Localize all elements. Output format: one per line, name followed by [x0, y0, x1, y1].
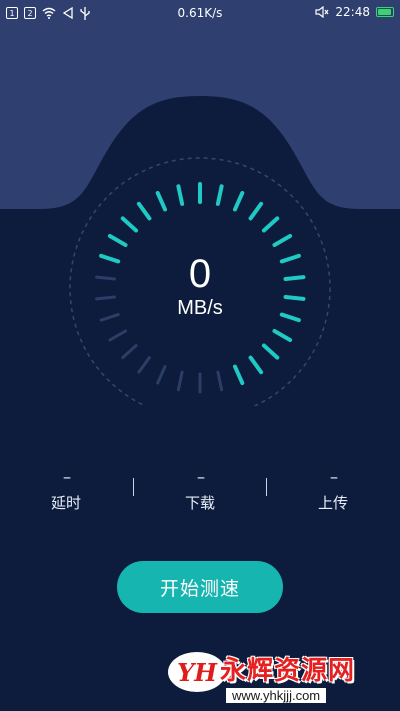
battery-level — [378, 9, 391, 15]
latency-value: -- — [62, 470, 71, 486]
stats-row: -- 延时 -- 下载 -- 上传 — [0, 470, 400, 520]
download-label: 下载 — [184, 494, 215, 512]
battery-icon — [376, 7, 394, 17]
stat-upload: -- 上传 — [273, 470, 393, 513]
nav-back-icon — [62, 7, 73, 19]
upload-label: 上传 — [317, 494, 348, 512]
status-right-icons: 22:48 — [315, 5, 394, 19]
watermark-title: 永辉资源网 — [220, 656, 356, 686]
mute-icon — [315, 6, 329, 18]
watermark: YH 永辉资源网 www.yhkjjj.com — [168, 650, 400, 711]
upload-value: -- — [329, 470, 338, 486]
start-test-button[interactable]: 开始测速 — [117, 561, 283, 613]
watermark-logo: YH — [168, 652, 226, 692]
stat-latency: -- 延时 — [6, 470, 126, 513]
stat-download: -- 下载 — [140, 470, 260, 513]
speed-unit: MB/s — [177, 297, 223, 319]
status-left-icons: 1 2 — [0, 6, 90, 20]
latency-label: 延时 — [50, 494, 81, 512]
watermark-url: www.yhkjjj.com — [226, 688, 327, 703]
sim1-icon: 1 — [6, 7, 18, 19]
stats-divider — [133, 478, 134, 496]
download-value: -- — [196, 470, 205, 486]
sim2-icon: 2 — [24, 7, 36, 19]
status-bar: 1 2 0.61K/s 22:48 — [0, 0, 400, 26]
speed-value: 0 — [188, 252, 212, 296]
stats-divider — [266, 478, 267, 496]
usb-icon — [80, 6, 90, 20]
speedometer-backdrop — [0, 26, 400, 406]
clock: 22:48 — [335, 5, 370, 19]
wifi-icon — [42, 7, 56, 19]
